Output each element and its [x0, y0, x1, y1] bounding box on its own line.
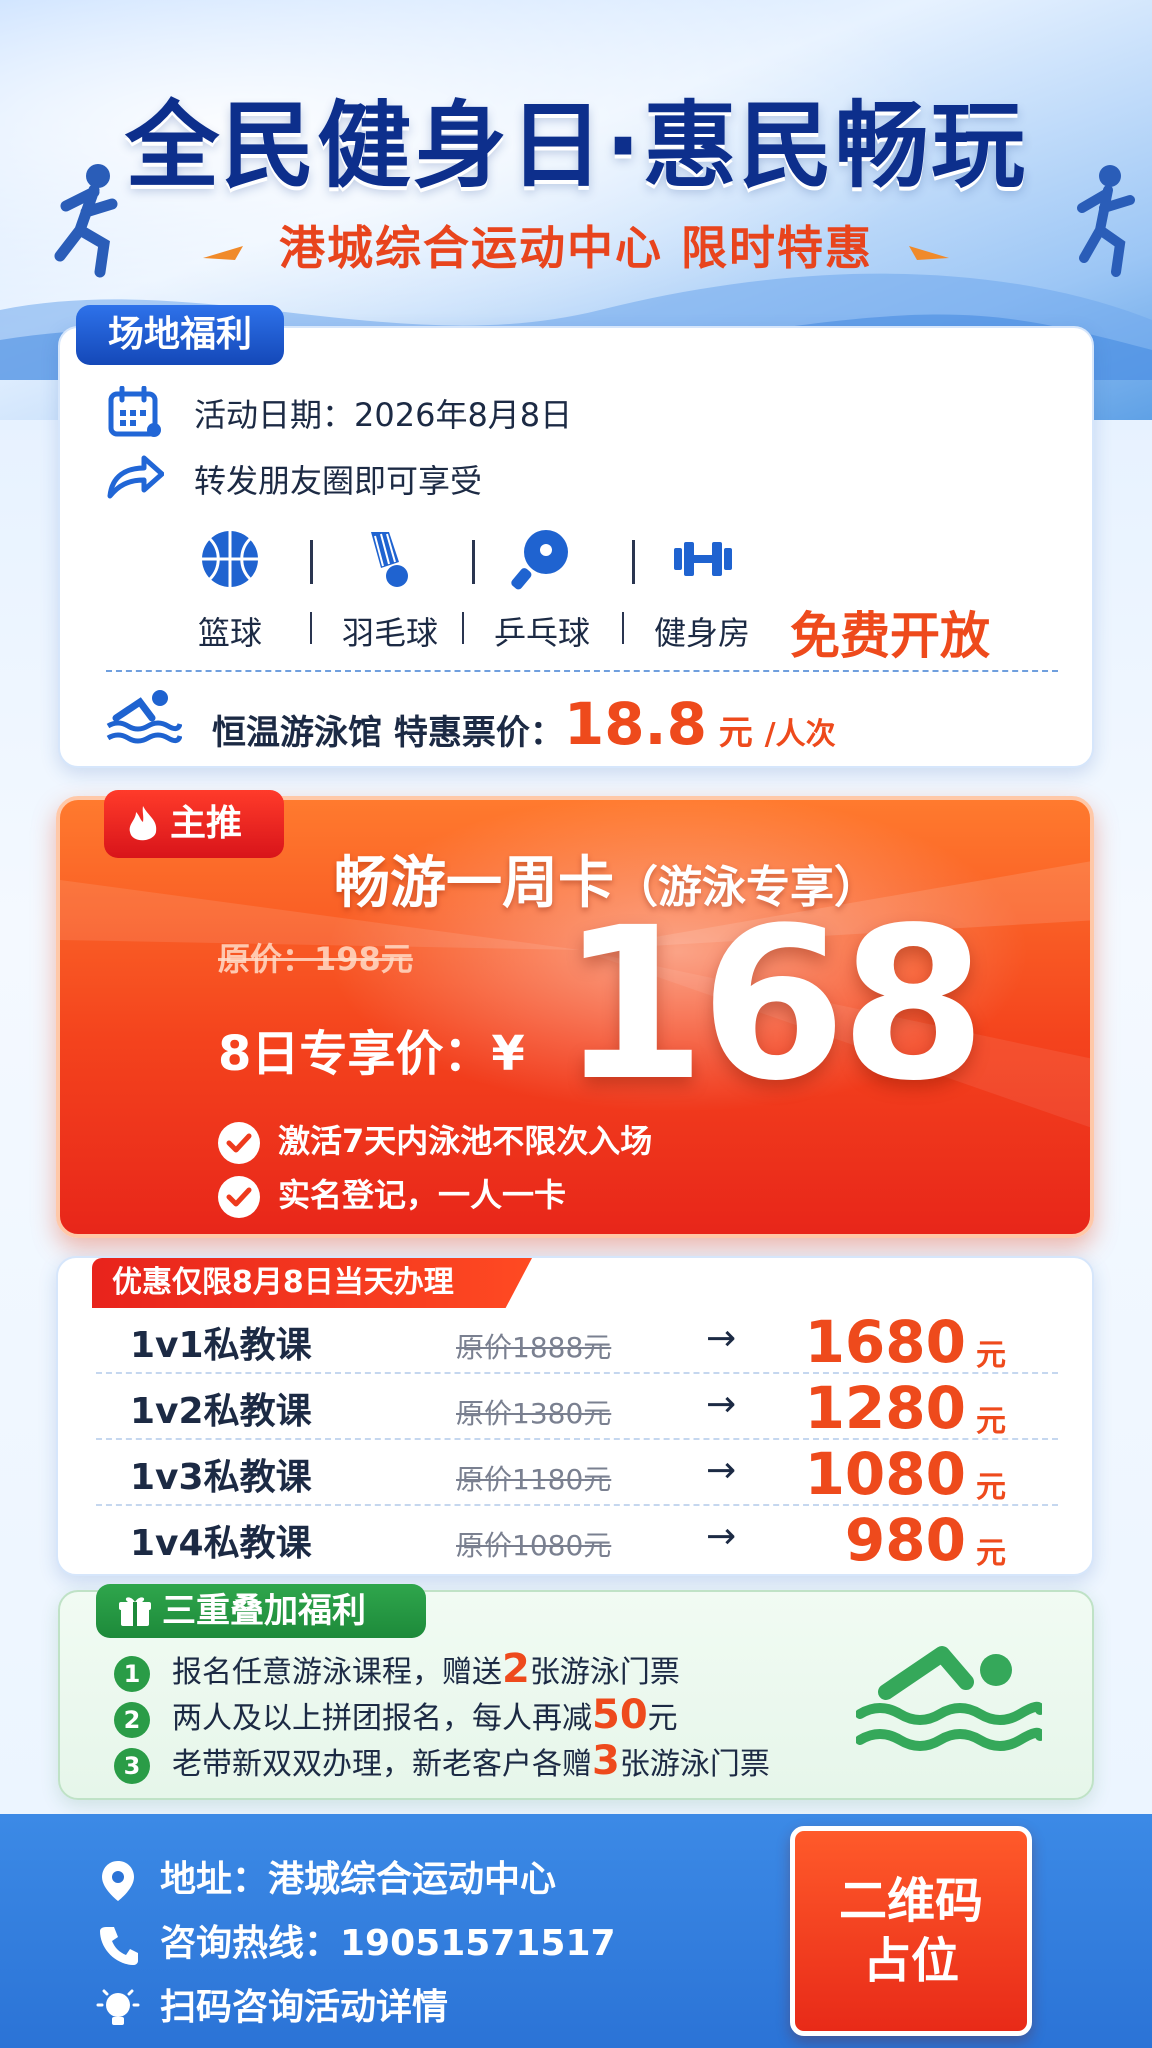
dashed-divider: [106, 670, 1058, 672]
address-line: 地址：港城综合运动中心: [96, 1850, 556, 1903]
sport-label: 健身房: [653, 614, 750, 652]
calendar-icon: [108, 386, 161, 437]
lesson-new-price: 1680: [804, 1308, 966, 1376]
hotline-line[interactable]: 咨询热线：19051571517: [96, 1914, 616, 1967]
bonus-text: 报名任意游泳课程，赠送: [172, 1655, 502, 1690]
hero-title: 全民健身日·惠民畅玩: [125, 92, 1027, 201]
lesson-unit: 元: [976, 1404, 1006, 1439]
divider: [310, 540, 313, 584]
check-icon: [218, 1122, 260, 1164]
bonus-item: 2 两人及以上拼团报名，每人再减50元: [114, 1692, 678, 1738]
address-text: 地址：港城综合运动中心: [160, 1859, 557, 1900]
bonus-item: 1 报名任意游泳课程，赠送2张游泳门票: [114, 1646, 680, 1692]
hotline-text: 咨询热线：19051571517: [160, 1923, 616, 1964]
bonus-item: 3 老带新双双办理，新老客户各赠3张游泳门票: [114, 1738, 770, 1784]
feature-text: 实名登记，一人一卡: [278, 1176, 567, 1214]
lesson-new-price: 1280: [804, 1374, 966, 1442]
lesson-row: 1v2私教课 原价1380元 → 1280 元: [96, 1374, 1058, 1442]
venue-benefits-tab: 场地福利: [76, 305, 285, 365]
swim-ticket-price: 恒温游泳馆 特惠票价：18.8 元 /人次: [212, 690, 836, 758]
lesson-unit: 元: [976, 1470, 1006, 1505]
divider: [310, 612, 312, 644]
divider: [462, 612, 464, 644]
lesson-new-price: 980: [844, 1506, 966, 1574]
lesson-unit: 元: [976, 1536, 1006, 1571]
lesson-name: 1v3私教课: [130, 1457, 312, 1498]
scan-line: 扫码咨询活动详情: [96, 1978, 448, 2031]
check-icon: [218, 1176, 260, 1218]
lesson-new-price: 1080: [804, 1440, 966, 1508]
bonus-number: 2: [114, 1701, 150, 1738]
swim-label: 恒温游泳馆 特惠票价：: [212, 713, 564, 753]
bonus-number: 1: [114, 1655, 150, 1692]
bonus-text: 元: [647, 1701, 678, 1736]
swim-price-unit: 元: [718, 713, 753, 753]
bonus-tag: 三重叠加福利: [96, 1584, 426, 1638]
arrow-icon: →: [706, 1450, 737, 1491]
bonus-text: 两人及以上拼团报名，每人再减: [172, 1701, 592, 1736]
qr-code-placeholder[interactable]: 二维码 占位: [790, 1826, 1032, 2036]
phone-icon: [100, 1927, 138, 1965]
lessons-tag: 优惠仅限8月8日当天办理: [92, 1258, 532, 1308]
location-pin-icon: [102, 1861, 134, 1901]
qr-line-2: 占位: [862, 1933, 959, 1989]
lesson-row: 1v4私教课 原价1080元 → 980 元: [96, 1506, 1058, 1574]
share-note: 转发朋友圈即可享受: [194, 462, 483, 500]
lesson-unit: 元: [976, 1338, 1006, 1373]
gift-icon: [119, 1597, 151, 1626]
swim-price-per: /人次: [764, 717, 836, 752]
lightbulb-icon: [96, 1989, 140, 2025]
lesson-old-price: 原价1180元: [456, 1463, 612, 1496]
right-flag-icon: [909, 245, 950, 260]
dumbbell-icon: [674, 542, 732, 576]
sport-label: 乒乓球: [493, 614, 590, 652]
divider: [622, 612, 624, 644]
lesson-row: 1v3私教课 原价1180元 → 1080 元: [96, 1440, 1058, 1508]
swimming-icon: [106, 690, 182, 744]
lesson-old-price: 原价1380元: [456, 1397, 612, 1430]
badminton-icon: [371, 532, 408, 587]
bonus-highlight: 3: [592, 1738, 620, 1784]
lesson-name: 1v2私教课: [130, 1391, 312, 1432]
sport-badminton: 羽毛球: [320, 528, 460, 654]
swim-price-value: 18.8: [563, 690, 707, 758]
featured-price: 168: [560, 882, 986, 1127]
lesson-row: 1v1私教课 原价1888元 → 1680 元: [96, 1308, 1058, 1376]
arrow-icon: →: [706, 1516, 737, 1557]
arrow-icon: →: [706, 1318, 737, 1359]
feature-item: 实名登记，一人一卡: [218, 1170, 566, 1218]
share-icon: [107, 455, 164, 499]
lesson-old-price: 原价1080元: [456, 1529, 612, 1562]
sport-basketball: 篮球: [160, 528, 300, 654]
sport-gym: 健身房: [632, 528, 772, 654]
bonus-text: 张游泳门票: [529, 1655, 680, 1690]
basketball-icon: [202, 531, 258, 587]
bonus-text: 张游泳门票: [619, 1747, 770, 1782]
qr-line-1: 二维码: [838, 1873, 983, 1929]
scan-text: 扫码咨询活动详情: [160, 1987, 449, 2028]
bonus-text: 老带新双双办理，新老客户各赠: [172, 1747, 592, 1782]
lesson-name: 1v4私教课: [130, 1523, 312, 1564]
ping-pong-icon: [511, 530, 568, 590]
bonus-number: 3: [114, 1747, 150, 1784]
sport-ping-pong: 乒乓球: [472, 528, 612, 654]
bonus-highlight: 50: [592, 1692, 648, 1738]
featured-deal-label: 8日专享价：¥: [218, 1026, 525, 1082]
hero-subtitle-text: 港城综合运动中心 限时特惠: [278, 221, 873, 275]
sport-label: 羽毛球: [341, 614, 438, 652]
hero-subtitle: 港城综合运动中心 限时特惠: [0, 212, 1152, 278]
feature-text: 激活7天内泳池不限次入场: [278, 1122, 653, 1160]
arrow-icon: →: [706, 1384, 737, 1425]
lesson-old-price: 原价1888元: [456, 1331, 612, 1364]
free-open-label: 免费开放: [790, 607, 990, 665]
swimmer-illustration-icon: [856, 1646, 1042, 1751]
bonus-tag-label: 三重叠加福利: [162, 1591, 366, 1631]
event-date: 活动日期：2026年8月8日: [194, 396, 573, 434]
feature-item: 激活7天内泳池不限次入场: [218, 1116, 652, 1164]
bonus-highlight: 2: [502, 1646, 530, 1692]
featured-original-price: 原价：198元: [218, 940, 413, 978]
sport-label: 篮球: [197, 614, 262, 652]
lesson-name: 1v1私教课: [130, 1325, 312, 1366]
left-flag-icon: [202, 245, 243, 260]
